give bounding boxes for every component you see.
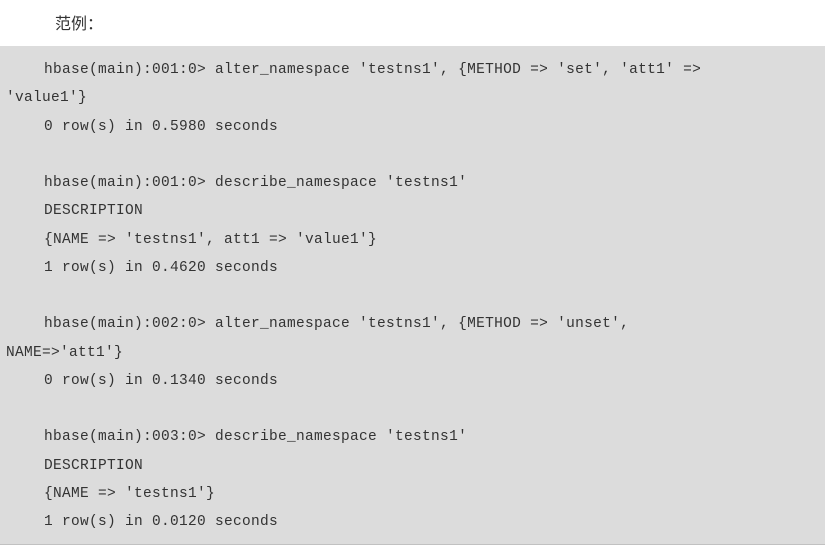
- example-heading: 范例：: [0, 0, 825, 46]
- code-block: hbase(main):001:0> alter_namespace 'test…: [0, 46, 825, 545]
- code-line: hbase(main):002:0> alter_namespace 'test…: [0, 310, 825, 338]
- code-line: {NAME => 'testns1', att1 => 'value1'}: [0, 226, 825, 254]
- code-line: 0 row(s) in 0.1340 seconds: [0, 367, 825, 395]
- code-line: 0 row(s) in 0.5980 seconds: [0, 113, 825, 141]
- code-blank-line: [0, 282, 825, 310]
- code-line: hbase(main):001:0> alter_namespace 'test…: [0, 56, 825, 84]
- code-line: DESCRIPTION: [0, 197, 825, 225]
- code-line: DESCRIPTION: [0, 452, 825, 480]
- code-line: 1 row(s) in 0.0120 seconds: [0, 508, 825, 536]
- code-line: {NAME => 'testns1'}: [0, 480, 825, 508]
- code-line: 'value1'}: [0, 84, 825, 112]
- code-blank-line: [0, 141, 825, 169]
- code-line: 1 row(s) in 0.4620 seconds: [0, 254, 825, 282]
- code-line: NAME=>'att1'}: [0, 339, 825, 367]
- code-blank-line: [0, 395, 825, 423]
- code-line: hbase(main):001:0> describe_namespace 't…: [0, 169, 825, 197]
- code-line: hbase(main):003:0> describe_namespace 't…: [0, 423, 825, 451]
